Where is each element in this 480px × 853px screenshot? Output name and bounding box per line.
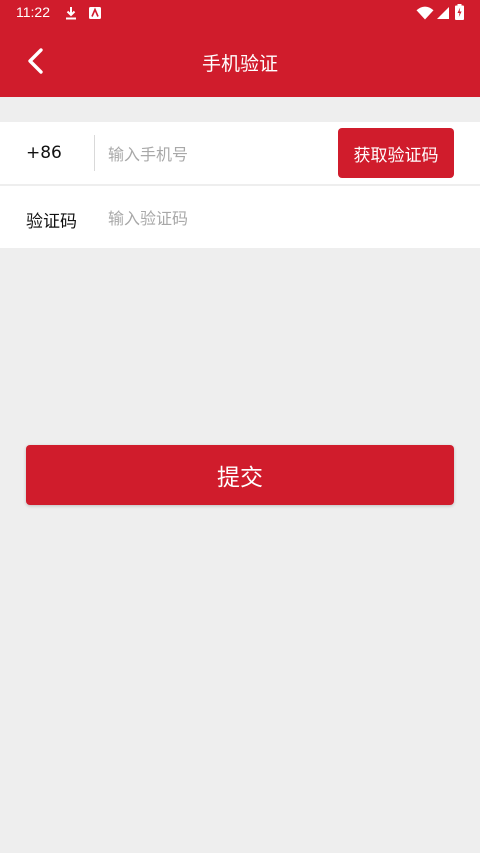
status-bar: 11:22 xyxy=(0,0,480,25)
signal-icon xyxy=(436,5,450,24)
phone-row: +86 获取验证码 xyxy=(0,122,480,184)
code-label: 验证码 xyxy=(26,212,77,232)
country-code[interactable]: +86 xyxy=(26,143,62,163)
code-input[interactable] xyxy=(108,206,408,230)
notification-icon xyxy=(88,5,102,24)
divider xyxy=(94,135,95,171)
wifi-icon xyxy=(416,5,434,24)
download-icon xyxy=(64,5,78,24)
status-time: 11:22 xyxy=(16,4,50,20)
title-bar: 手机验证 xyxy=(0,25,480,97)
phone-input[interactable] xyxy=(108,142,328,166)
submit-button[interactable]: 提交 xyxy=(26,445,454,505)
battery-icon xyxy=(455,4,464,24)
get-code-button[interactable]: 获取验证码 xyxy=(338,128,454,178)
page-title: 手机验证 xyxy=(201,53,278,75)
code-row: 验证码 xyxy=(0,186,480,248)
